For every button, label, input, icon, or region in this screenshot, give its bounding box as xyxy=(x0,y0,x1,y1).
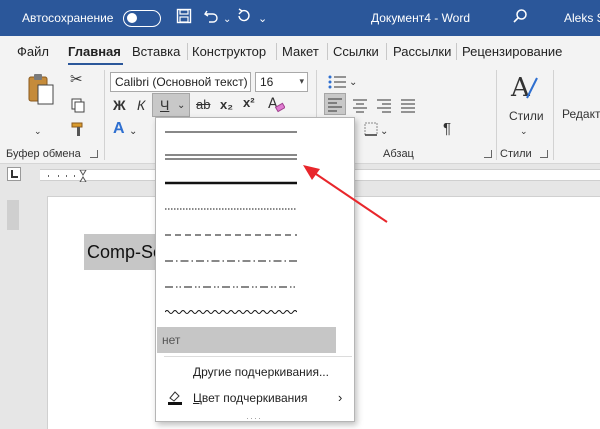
styles-dropdown-icon[interactable]: ⌄ xyxy=(520,123,528,139)
selected-text[interactable]: Comp-Service xyxy=(84,234,156,270)
tab-home[interactable]: Главная xyxy=(68,44,121,59)
title-bar: Автосохранение ⌄ ⌄ Документ4 - Word Alek… xyxy=(0,0,600,36)
bullets-icon[interactable] xyxy=(328,74,348,93)
tab-insert[interactable]: Вставка xyxy=(132,44,180,59)
tab-divider xyxy=(327,43,328,60)
underline-option-dotted[interactable] xyxy=(165,201,297,217)
clipboard-group-label: Буфер обмена xyxy=(6,148,81,160)
styles-icon[interactable]: A xyxy=(509,72,539,107)
italic-button[interactable]: К xyxy=(137,97,145,113)
font-size-field[interactable]: 16 ▾ xyxy=(255,72,308,92)
align-left-button[interactable] xyxy=(324,93,346,115)
justify-icon[interactable] xyxy=(399,96,417,117)
font-size-value: 16 xyxy=(260,75,274,89)
user-name[interactable]: Aleks S xyxy=(564,11,600,25)
tab-divider xyxy=(276,43,277,60)
styles-launcher-icon[interactable] xyxy=(540,150,548,158)
underline-color-icon xyxy=(167,389,183,408)
tab-file[interactable]: Файл xyxy=(17,44,49,59)
save-icon[interactable] xyxy=(176,8,192,29)
group-divider xyxy=(104,70,105,160)
chevron-right-icon: › xyxy=(338,390,343,405)
tab-references[interactable]: Ссылки xyxy=(333,44,379,59)
underline-style-menu: нет Другие подчеркивания... Цвет подчерк… xyxy=(155,117,355,423)
paste-icon[interactable] xyxy=(26,73,56,110)
tab-selector[interactable] xyxy=(7,167,21,181)
underline-option-dash-dot[interactable] xyxy=(165,253,297,269)
font-name-value: Calibri (Основной текст) xyxy=(115,75,248,89)
document-title: Документ4 - Word xyxy=(371,11,471,25)
none-label: нет xyxy=(162,333,181,347)
underline-color-label: вет подчеркивания xyxy=(201,391,308,405)
bullets-dropdown-icon[interactable]: ⌄ xyxy=(349,75,357,91)
autosave-toggle[interactable] xyxy=(123,10,161,27)
text-effects-dropdown-icon[interactable]: ⌄ xyxy=(129,124,137,140)
underline-option-thick[interactable] xyxy=(165,175,297,191)
tab-design[interactable]: Конструктор xyxy=(192,44,266,59)
tab-review[interactable]: Рецензирование xyxy=(462,44,562,59)
underline-option-dashed[interactable] xyxy=(165,227,297,243)
vertical-ruler[interactable] xyxy=(7,200,19,230)
paste-dropdown-icon[interactable]: ⌄ xyxy=(34,123,42,139)
redo-icon[interactable] xyxy=(236,8,252,29)
font-name-field[interactable]: Calibri (Основной текст) xyxy=(110,72,251,92)
underline-color-item[interactable]: Цвет подчеркивания xyxy=(193,391,307,405)
format-painter-icon[interactable] xyxy=(70,121,86,140)
underline-option-single[interactable] xyxy=(165,124,297,140)
clipboard-launcher-icon[interactable] xyxy=(90,150,98,158)
copy-icon[interactable] xyxy=(70,97,86,116)
borders-dropdown-icon[interactable]: ⌄ xyxy=(380,124,388,140)
tab-mailings[interactable]: Рассылки xyxy=(393,44,451,59)
underline-option-none[interactable]: нет xyxy=(157,327,336,353)
svg-text:A: A xyxy=(510,73,531,103)
tab-layout[interactable]: Макет xyxy=(282,44,319,59)
paragraph-group-label: Абзац xyxy=(383,148,414,160)
autosave-label: Автосохранение xyxy=(22,11,114,25)
search-icon[interactable] xyxy=(512,8,528,29)
group-divider xyxy=(496,70,497,160)
align-center-icon[interactable] xyxy=(351,96,369,117)
underline-option-wave[interactable] xyxy=(164,304,298,320)
subscript-button[interactable]: x₂ xyxy=(220,97,233,113)
clear-formatting-icon[interactable]: A xyxy=(267,95,286,116)
customize-toolbar-icon[interactable]: ⌄ xyxy=(258,10,267,28)
underline-dropdown-icon[interactable]: ⌄ xyxy=(177,98,185,114)
editing-button[interactable]: Редакт xyxy=(562,106,600,122)
styles-button[interactable]: Стили xyxy=(509,108,544,124)
group-divider xyxy=(553,70,554,160)
borders-icon[interactable] xyxy=(363,121,379,140)
cut-icon[interactable]: ✂ xyxy=(70,72,83,88)
styles-group-label: Стили xyxy=(500,148,532,160)
menu-divider xyxy=(164,356,352,357)
chevron-down-icon: ▾ xyxy=(299,76,304,86)
undo-icon[interactable] xyxy=(203,8,219,29)
underline-color-accel: Ц xyxy=(193,391,202,405)
tab-divider xyxy=(187,43,188,60)
pilcrow-icon[interactable]: ¶ xyxy=(443,121,451,137)
more-underlines-item[interactable]: Другие подчеркивания... xyxy=(193,365,329,379)
tab-divider xyxy=(456,43,457,60)
underline-option-double[interactable] xyxy=(165,149,297,165)
active-tab-indicator xyxy=(68,63,123,65)
underline-option-dash-dot-dot[interactable] xyxy=(165,279,297,295)
resize-grip-icon[interactable]: ···· xyxy=(246,413,262,423)
undo-dropdown-icon[interactable]: ⌄ xyxy=(223,11,231,29)
align-right-icon[interactable] xyxy=(375,96,393,117)
superscript-button[interactable]: x² xyxy=(243,95,255,111)
tab-divider xyxy=(386,43,387,60)
strikethrough-button[interactable]: ab xyxy=(196,97,210,113)
underline-label: Ч xyxy=(160,97,170,113)
bold-button[interactable]: Ж xyxy=(113,97,126,113)
text-effects-icon[interactable]: A xyxy=(113,121,125,137)
paragraph-launcher-icon[interactable] xyxy=(484,150,492,158)
toggle-knob xyxy=(127,13,137,23)
